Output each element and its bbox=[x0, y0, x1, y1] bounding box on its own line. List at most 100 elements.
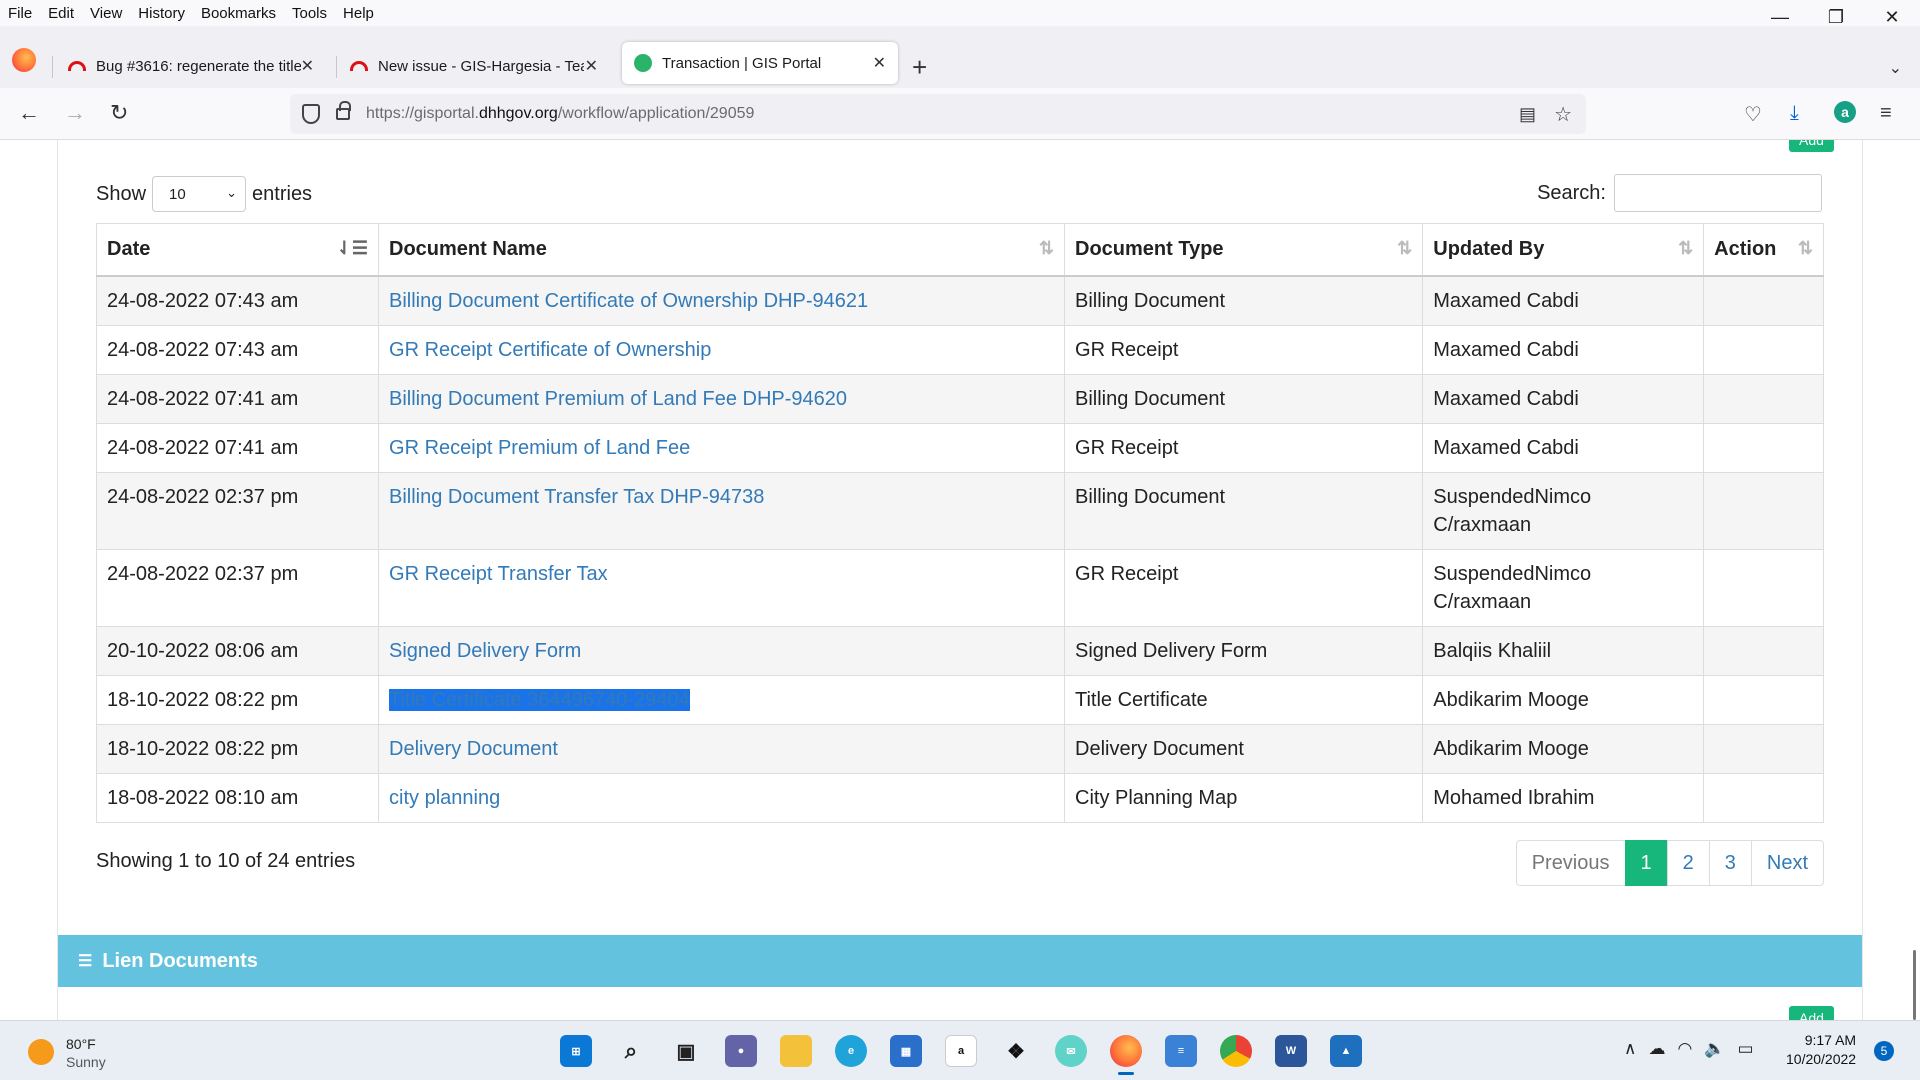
close-tab-icon[interactable]: ✕ bbox=[585, 56, 598, 76]
document-link[interactable]: Billing Document Premium of Land Fee DHP… bbox=[389, 388, 847, 410]
tab-transaction-gis-portal[interactable]: Transaction | GIS Portal ✕ bbox=[622, 42, 898, 84]
document-link[interactable]: GR Receipt Transfer Tax bbox=[389, 563, 608, 585]
lock-icon[interactable] bbox=[336, 101, 351, 120]
word-icon[interactable]: W bbox=[1275, 1035, 1307, 1067]
page-button-3[interactable]: 3 bbox=[1708, 840, 1752, 886]
table-header-row: Date ⇃☰ Document Name ⇅ Document Type ⇅ Upd… bbox=[95, 223, 1824, 277]
menu-bookmarks[interactable]: Bookmarks bbox=[193, 5, 284, 22]
document-link[interactable]: GR Receipt Certificate of Ownership bbox=[389, 339, 711, 361]
page-button-2[interactable]: 2 bbox=[1666, 840, 1710, 886]
reader-view-icon[interactable]: ▤ bbox=[1519, 104, 1536, 125]
bookmark-star-icon[interactable]: ☆ bbox=[1554, 102, 1572, 127]
document-link[interactable]: Billing Document Certificate of Ownershi… bbox=[389, 290, 868, 312]
notepad-icon[interactable]: ≡ bbox=[1165, 1035, 1197, 1067]
menu-help[interactable]: Help bbox=[335, 5, 382, 22]
tab-title: Transaction | GIS Portal bbox=[662, 54, 822, 72]
new-tab-icon[interactable]: + bbox=[912, 54, 927, 80]
task-view-icon[interactable]: ▣ bbox=[670, 1035, 702, 1067]
notification-badge[interactable]: 5 bbox=[1874, 1041, 1894, 1061]
tab-bug-3616[interactable]: Bug #3616: regenerate the title ✕ bbox=[56, 46, 326, 86]
document-link[interactable]: Delivery Document bbox=[389, 738, 558, 760]
tracking-protection-icon[interactable] bbox=[302, 104, 320, 124]
page-scrollbar[interactable] bbox=[1913, 950, 1916, 1020]
firefox-icon[interactable] bbox=[1110, 1035, 1142, 1075]
page-button-1[interactable]: 1 bbox=[1624, 840, 1668, 886]
wifi-icon[interactable]: ◠ bbox=[1677, 1039, 1692, 1059]
mail-icon[interactable]: ✉ bbox=[1055, 1035, 1087, 1067]
cell-updated-by: SuspendedNimco C/raxmaan bbox=[1422, 548, 1705, 627]
table-row: 18-10-2022 08:22 pm Title Certificate 36… bbox=[95, 674, 1824, 725]
entries-select[interactable]: 10 ⌄ bbox=[152, 176, 247, 212]
reload-icon[interactable]: ↻ bbox=[110, 100, 128, 126]
pagination: Previous 1 2 3 Next bbox=[1515, 840, 1824, 886]
column-label: Updated By bbox=[1433, 237, 1545, 260]
add-lien-button[interactable]: Add bbox=[1789, 1006, 1834, 1020]
downloads-icon[interactable]: ⤓ bbox=[1790, 102, 1799, 125]
cell-action bbox=[1703, 373, 1824, 424]
previous-page-button[interactable]: Previous bbox=[1515, 840, 1626, 886]
menu-edit[interactable]: Edit bbox=[40, 5, 82, 22]
cell-updated-by: Maxamed Cabdi bbox=[1422, 422, 1705, 473]
chrome-icon[interactable] bbox=[1220, 1035, 1252, 1067]
document-link[interactable]: city planning bbox=[389, 787, 500, 809]
search-input[interactable] bbox=[1614, 174, 1822, 212]
cell-document-name: city planning bbox=[378, 772, 1066, 823]
url-text[interactable]: https://gisportal.dhhgov.org/workflow/ap… bbox=[366, 105, 754, 123]
document-link[interactable]: GR Receipt Premium of Land Fee bbox=[389, 437, 690, 459]
url-bar[interactable]: https://gisportal.dhhgov.org/workflow/ap… bbox=[290, 94, 1586, 134]
close-tab-icon[interactable]: ✕ bbox=[873, 53, 886, 73]
back-icon[interactable]: ← bbox=[18, 100, 40, 126]
column-header-document-name[interactable]: Document Name ⇅ bbox=[378, 223, 1066, 277]
column-label: Document Name bbox=[389, 237, 547, 260]
cell-document-type: Billing Document bbox=[1064, 373, 1424, 424]
entries-length-control: Show 10 ⌄ entries bbox=[96, 176, 312, 212]
menu-history[interactable]: History bbox=[130, 5, 193, 22]
chevron-up-icon[interactable]: ∧ bbox=[1624, 1039, 1636, 1059]
cell-updated-by: Maxamed Cabdi bbox=[1422, 275, 1705, 326]
column-header-document-type[interactable]: Document Type ⇅ bbox=[1064, 223, 1424, 277]
forward-icon[interactable]: → bbox=[64, 100, 86, 126]
edge-icon[interactable]: e bbox=[835, 1035, 867, 1067]
sun-icon bbox=[28, 1039, 54, 1065]
document-link[interactable]: Signed Delivery Form bbox=[389, 640, 581, 662]
amazon-icon[interactable]: a bbox=[945, 1035, 977, 1067]
document-link-selected[interactable]: Title Certificate 364496740-29404 bbox=[389, 688, 690, 711]
weather-widget[interactable]: 80°F Sunny bbox=[28, 1035, 106, 1071]
url-path: /workflow/application/29059 bbox=[557, 105, 755, 122]
volume-icon[interactable]: 🔈 bbox=[1704, 1039, 1725, 1059]
system-tray: ∧ ☁ ◠ 🔈 ▭ bbox=[1624, 1039, 1766, 1059]
photos-icon[interactable]: ▲ bbox=[1330, 1035, 1362, 1067]
cell-document-name: GR Receipt Transfer Tax bbox=[378, 548, 1066, 627]
column-header-action[interactable]: Action ⇅ bbox=[1703, 223, 1824, 277]
document-link[interactable]: Billing Document Transfer Tax DHP-94738 bbox=[389, 486, 764, 508]
windows-taskbar: 80°F Sunny ⊞ ⌕ ▣ ● e ▦ a ❖ ✉ ≡ W ▲ ∧ ☁ ◠… bbox=[0, 1020, 1920, 1080]
search-label: Search: bbox=[1537, 181, 1606, 204]
menu-hamburger-icon[interactable]: ≡ bbox=[1880, 102, 1892, 125]
windows-start-icon[interactable]: ⊞ bbox=[560, 1035, 592, 1067]
tab-new-issue[interactable]: New issue - GIS-Hargesia - Tear ✕ bbox=[338, 46, 610, 86]
dropbox-icon[interactable]: ❖ bbox=[1000, 1035, 1032, 1067]
cell-date: 24-08-2022 02:37 pm bbox=[95, 548, 380, 627]
search-icon[interactable]: ⌕ bbox=[615, 1035, 647, 1067]
file-explorer-icon[interactable] bbox=[780, 1035, 812, 1067]
firefox-view-icon[interactable] bbox=[12, 48, 36, 72]
next-page-button[interactable]: Next bbox=[1750, 840, 1824, 886]
battery-icon[interactable]: ▭ bbox=[1737, 1039, 1753, 1059]
microsoft-store-icon[interactable]: ▦ bbox=[890, 1035, 922, 1067]
close-tab-icon[interactable]: ✕ bbox=[301, 56, 314, 76]
cell-date: 18-08-2022 08:10 am bbox=[95, 772, 380, 823]
cell-action bbox=[1703, 324, 1824, 375]
teams-chat-icon[interactable]: ● bbox=[725, 1035, 757, 1067]
list-all-tabs-icon[interactable]: ⌄ bbox=[1889, 58, 1902, 78]
cell-document-name: GR Receipt Certificate of Ownership bbox=[378, 324, 1066, 375]
menu-tools[interactable]: Tools bbox=[284, 5, 335, 22]
column-header-date[interactable]: Date ⇃☰ bbox=[95, 223, 380, 277]
clock[interactable]: 9:17 AM 10/20/2022 bbox=[1786, 1031, 1856, 1069]
add-document-button[interactable]: Add bbox=[1789, 140, 1834, 152]
onedrive-icon[interactable]: ☁ bbox=[1648, 1039, 1665, 1059]
menu-file[interactable]: File bbox=[0, 5, 40, 22]
menu-view[interactable]: View bbox=[82, 5, 130, 22]
pocket-icon[interactable]: ♡ bbox=[1744, 102, 1762, 127]
account-avatar-icon[interactable]: a bbox=[1834, 101, 1856, 123]
column-header-updated-by[interactable]: Updated By ⇅ bbox=[1422, 223, 1705, 277]
